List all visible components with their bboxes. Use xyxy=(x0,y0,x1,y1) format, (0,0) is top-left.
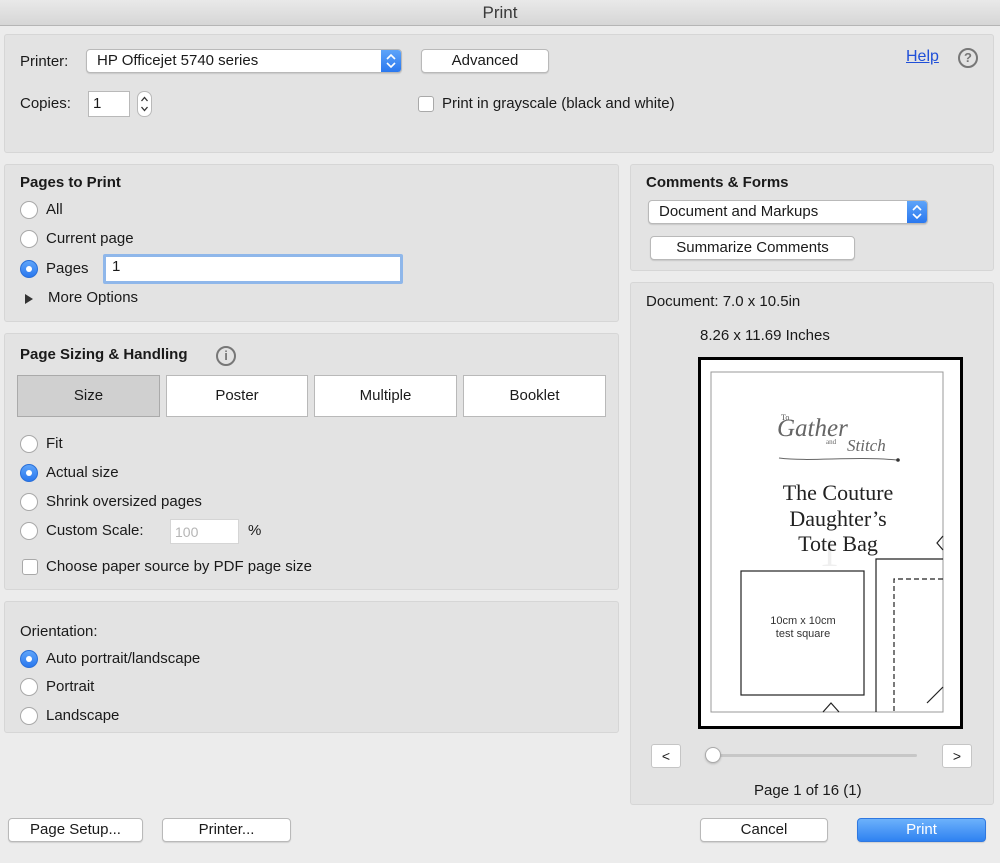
radio-pages-label: Pages xyxy=(46,260,89,277)
radio-pages[interactable] xyxy=(20,260,38,278)
tab-size[interactable]: Size xyxy=(17,375,160,417)
comments-select[interactable]: Document and Markups xyxy=(648,200,928,224)
orientation-title: Orientation: xyxy=(20,623,98,640)
grayscale-label: Print in grayscale (black and white) xyxy=(442,95,675,112)
radio-shrink-oversized[interactable] xyxy=(20,493,38,511)
disclosure-triangle-icon[interactable] xyxy=(24,292,34,309)
radio-landscape[interactable] xyxy=(20,707,38,725)
preview-title-1: The Couture xyxy=(783,480,894,505)
comments-title: Comments & Forms xyxy=(646,174,789,191)
radio-all-label: All xyxy=(46,201,63,218)
preview-title-3: Tote Bag xyxy=(798,531,878,556)
radio-current-page-label: Current page xyxy=(46,230,134,247)
paper-size-label: 8.26 x 11.69 Inches xyxy=(700,327,830,344)
radio-portrait-label: Portrait xyxy=(46,678,95,695)
copies-field[interactable]: 1 xyxy=(88,91,130,117)
page-slider-track[interactable] xyxy=(706,754,917,757)
advanced-button[interactable]: Advanced xyxy=(421,49,549,73)
window-title: Print xyxy=(0,0,1000,26)
page-status-label: Page 1 of 16 (1) xyxy=(754,782,862,799)
printer-select[interactable]: HP Officejet 5740 series xyxy=(86,49,402,73)
page-setup-button[interactable]: Page Setup... xyxy=(8,818,143,842)
radio-landscape-label: Landscape xyxy=(46,707,120,724)
radio-custom-scale-label: Custom Scale: xyxy=(46,522,144,539)
tab-multiple[interactable]: Multiple xyxy=(314,375,457,417)
sizing-title: Page Sizing & Handling xyxy=(20,346,188,363)
preview-logo-text-2: Gather xyxy=(777,415,848,442)
summarize-comments-button[interactable]: Summarize Comments xyxy=(650,236,855,260)
radio-actual-size[interactable] xyxy=(20,464,38,482)
help-icon[interactable]: ? xyxy=(958,48,978,68)
radio-portrait[interactable] xyxy=(20,678,38,696)
tab-booklet[interactable]: Booklet xyxy=(463,375,606,417)
printer-select-value: HP Officejet 5740 series xyxy=(97,52,259,69)
radio-fit-label: Fit xyxy=(46,435,63,452)
chevron-updown-icon xyxy=(381,50,401,72)
paper-source-label: Choose paper source by PDF page size xyxy=(46,558,312,575)
comments-select-value: Document and Markups xyxy=(659,203,819,220)
radio-actual-size-label: Actual size xyxy=(46,464,119,481)
chevron-updown-icon xyxy=(907,201,927,223)
radio-all[interactable] xyxy=(20,201,38,219)
preview-page-content: To Gather and Stitch 1 The Couture Daugh… xyxy=(710,371,944,713)
document-size-label: Document: 7.0 x 10.5in xyxy=(646,293,801,310)
percent-label: % xyxy=(248,522,262,539)
printer-label: Printer: xyxy=(20,53,69,70)
copies-label: Copies: xyxy=(20,95,71,112)
preview-title-2: Daughter’s xyxy=(789,506,886,531)
info-icon[interactable]: i xyxy=(216,346,236,366)
tab-poster[interactable]: Poster xyxy=(166,375,308,417)
sizing-panel xyxy=(4,333,619,590)
custom-scale-field[interactable]: 100 xyxy=(170,519,239,544)
stepper-arrows-icon xyxy=(141,96,148,112)
more-options-label[interactable]: More Options xyxy=(48,289,138,306)
print-button[interactable]: Print xyxy=(857,818,986,842)
radio-fit[interactable] xyxy=(20,435,38,453)
preview-logo-text-4: Stitch xyxy=(847,436,886,455)
preview-logo-text-3: and xyxy=(826,438,837,446)
radio-auto-orientation[interactable] xyxy=(20,650,38,668)
paper-source-checkbox[interactable] xyxy=(22,559,38,575)
page-slider-knob[interactable] xyxy=(705,747,721,763)
preview-square-text-2: test square xyxy=(776,628,830,640)
radio-shrink-oversized-label: Shrink oversized pages xyxy=(46,493,202,510)
previous-page-button[interactable]: < xyxy=(651,744,681,768)
copies-stepper[interactable] xyxy=(137,91,152,117)
pages-range-field[interactable]: 1 xyxy=(103,254,403,284)
pages-title: Pages to Print xyxy=(20,174,121,191)
preview-square-text-1: 10cm x 10cm xyxy=(770,615,835,627)
radio-current-page[interactable] xyxy=(20,230,38,248)
printer-button[interactable]: Printer... xyxy=(162,818,291,842)
help-link[interactable]: Help xyxy=(906,48,939,66)
grayscale-checkbox[interactable] xyxy=(418,96,434,112)
next-page-button[interactable]: > xyxy=(942,744,972,768)
radio-custom-scale[interactable] xyxy=(20,522,38,540)
page-preview: To Gather and Stitch 1 The Couture Daugh… xyxy=(698,357,963,729)
cancel-button[interactable]: Cancel xyxy=(700,818,828,842)
radio-auto-orientation-label: Auto portrait/landscape xyxy=(46,650,201,667)
